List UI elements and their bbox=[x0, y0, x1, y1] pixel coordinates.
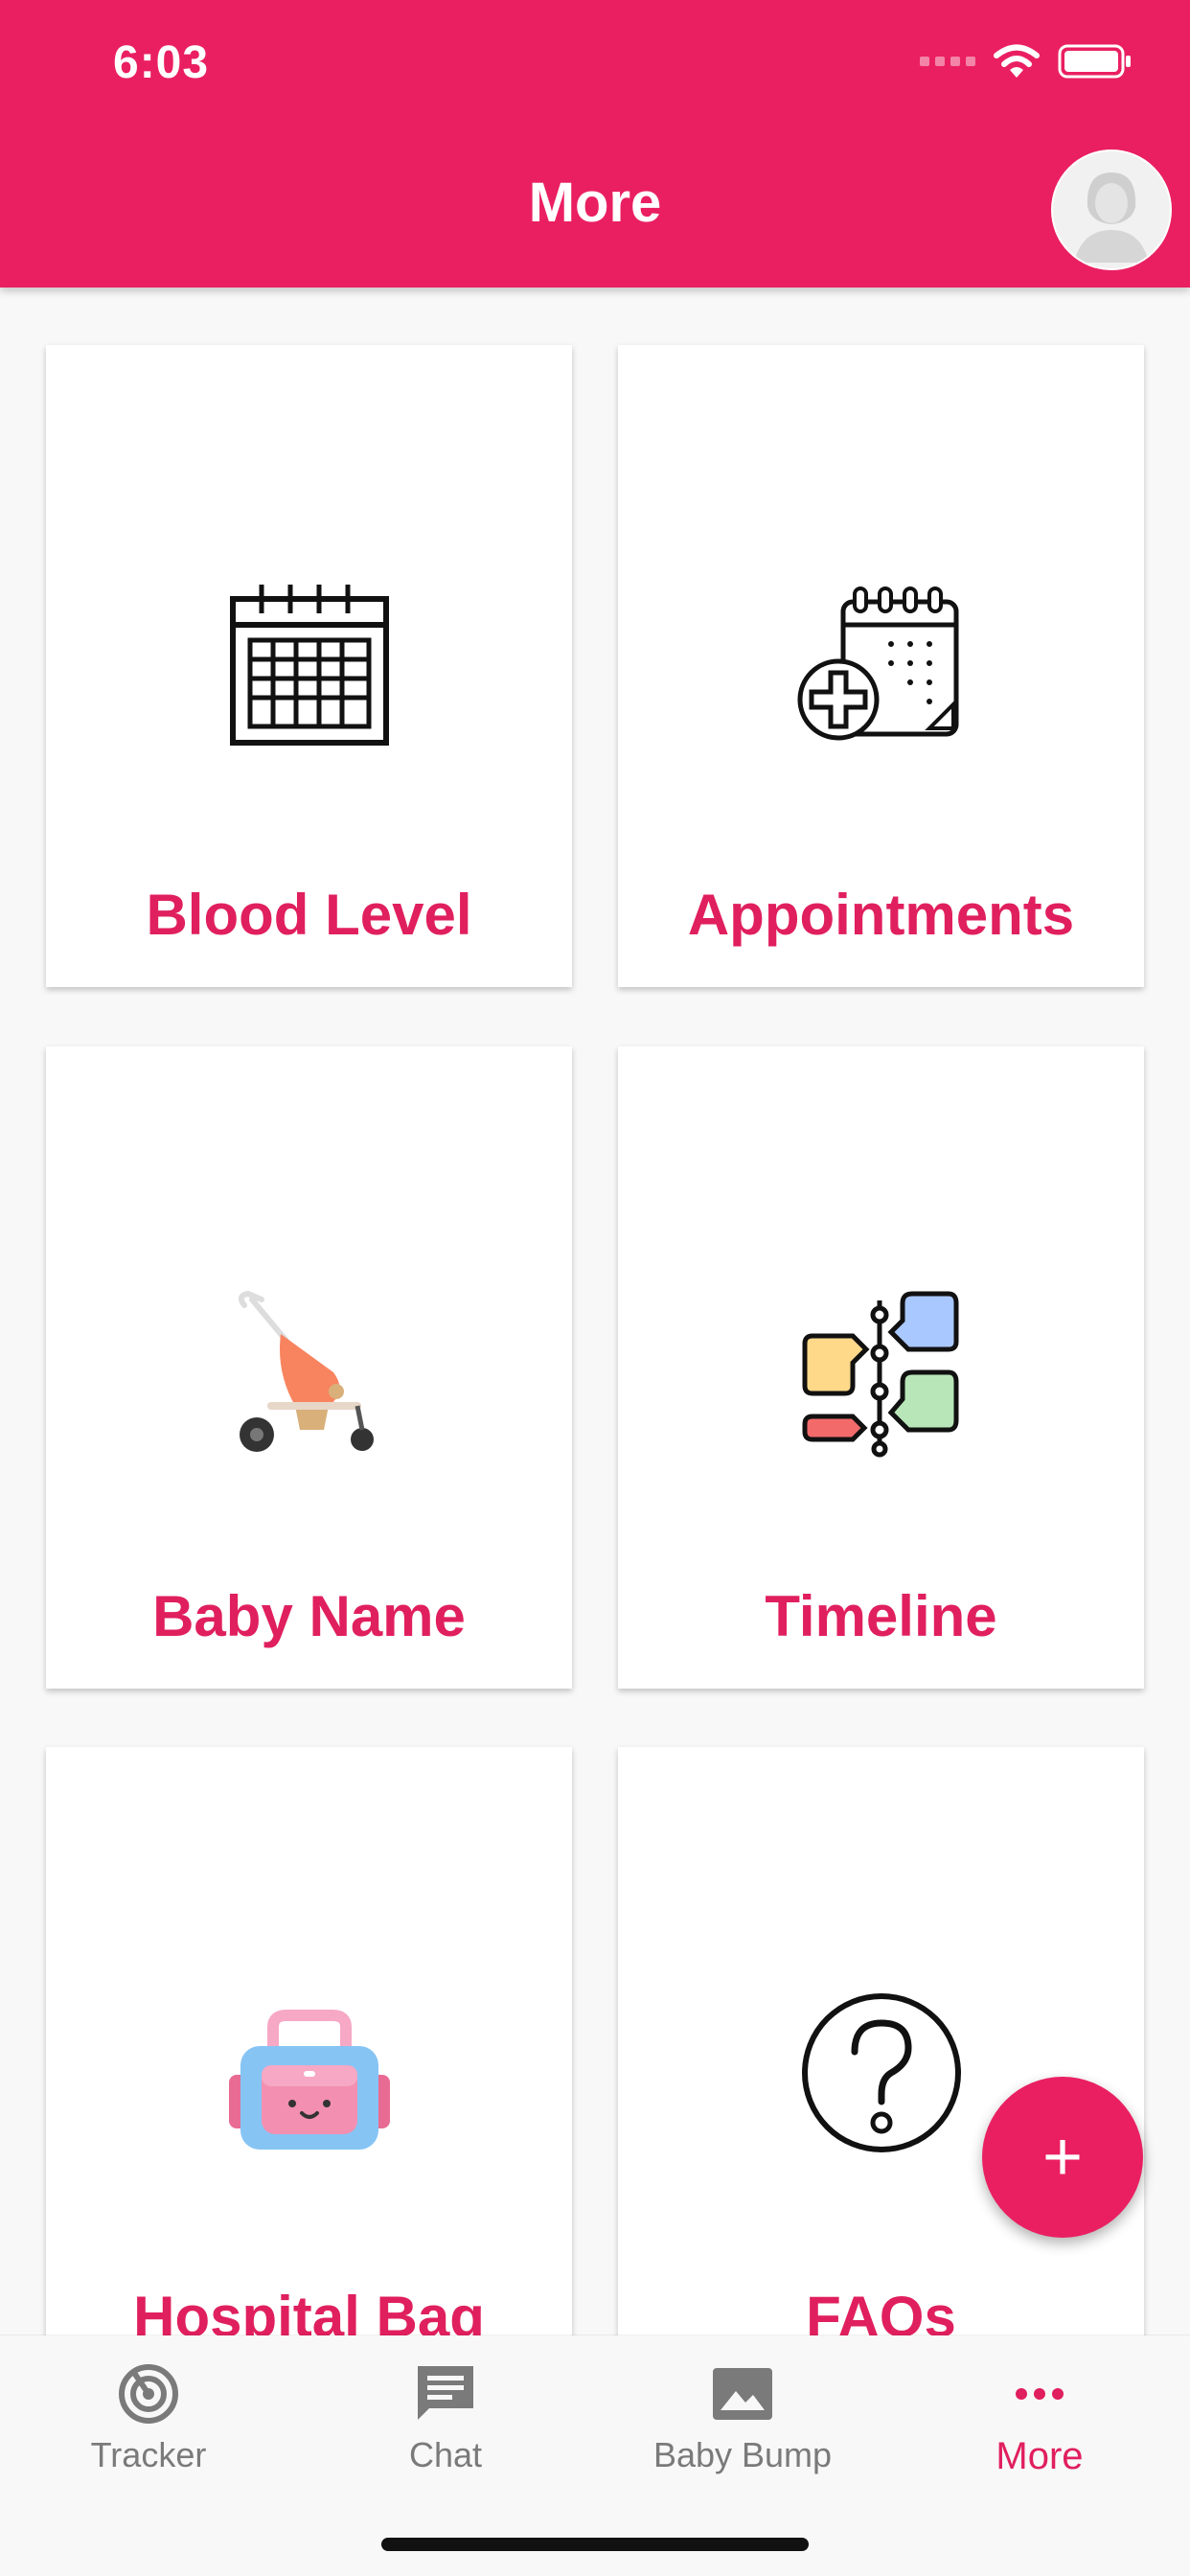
battery-icon bbox=[1058, 44, 1131, 79]
app-header: 6:03 More bbox=[0, 0, 1190, 288]
card-appointments[interactable]: Appointments bbox=[618, 345, 1144, 987]
tab-tracker[interactable]: Tracker bbox=[0, 2335, 297, 2508]
status-icons bbox=[920, 42, 1133, 80]
home-indicator[interactable] bbox=[381, 2538, 809, 2551]
tab-chat[interactable]: Chat bbox=[297, 2335, 594, 2508]
cellular-signal-icon bbox=[920, 57, 975, 66]
card-hospital-bag[interactable]: Hospital Bag bbox=[46, 1747, 572, 2389]
chat-icon bbox=[418, 2366, 473, 2420]
calendar-icon bbox=[229, 585, 389, 746]
card-label: Blood Level bbox=[146, 883, 472, 947]
tab-label: More bbox=[995, 2435, 1084, 2477]
card-label: Appointments bbox=[687, 883, 1075, 947]
plus-icon: + bbox=[1041, 2119, 1084, 2196]
card-label: Baby Name bbox=[152, 1584, 466, 1648]
card-baby-name[interactable]: Baby Name bbox=[46, 1046, 572, 1689]
tab-label: Tracker bbox=[90, 2435, 207, 2474]
tab-more[interactable]: More bbox=[891, 2335, 1188, 2508]
card-label: Timeline bbox=[765, 1584, 997, 1648]
tab-label: Baby Bump bbox=[652, 2435, 833, 2474]
card-timeline[interactable]: Timeline bbox=[618, 1046, 1144, 1689]
wifi-icon bbox=[994, 44, 1040, 78]
timeline-icon bbox=[802, 1291, 958, 1458]
hospital-bag-icon bbox=[228, 2010, 390, 2150]
profile-avatar[interactable] bbox=[1051, 150, 1172, 270]
add-button[interactable]: + bbox=[982, 2077, 1143, 2238]
user-avatar-icon bbox=[1053, 151, 1170, 268]
tab-label: Chat bbox=[408, 2435, 483, 2474]
medical-appointment-icon bbox=[797, 586, 958, 741]
status-time: 6:03 bbox=[113, 37, 210, 88]
tab-baby-bump[interactable]: Baby Bump bbox=[594, 2335, 891, 2508]
question-mark-icon bbox=[801, 1993, 961, 2152]
more-icon bbox=[1016, 2388, 1064, 2400]
tracker-icon bbox=[119, 2364, 178, 2424]
card-faqs[interactable]: FAQs bbox=[618, 1747, 1144, 2389]
page-title: More bbox=[528, 172, 662, 234]
image-icon bbox=[713, 2368, 772, 2420]
stroller-icon bbox=[238, 1290, 374, 1452]
card-blood-level[interactable]: Blood Level bbox=[46, 345, 572, 987]
